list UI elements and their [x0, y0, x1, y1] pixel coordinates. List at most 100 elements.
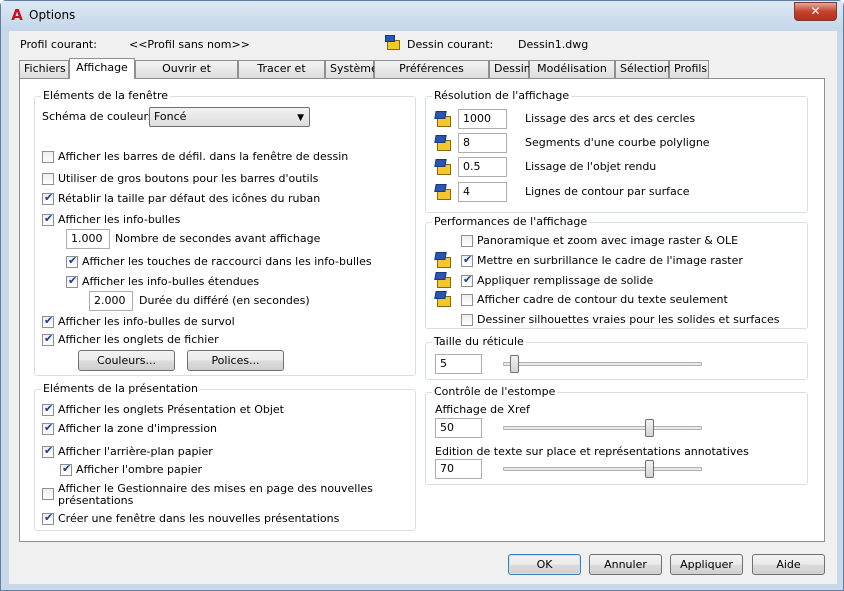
resolution-title: Résolution de l'affichage: [432, 89, 572, 102]
drawing-saved-icon: [434, 252, 453, 269]
file-tabs-label: Afficher les onglets de fichier: [58, 333, 219, 346]
drawing-saved-icon: [434, 272, 453, 289]
window-title: Options: [29, 8, 76, 22]
performance-title: Performances de l'affichage: [432, 215, 590, 228]
xref-slider-thumb[interactable]: [645, 419, 654, 437]
paper-background-label: Afficher l'arrière-plan papier: [58, 445, 213, 458]
seconds-label: Nombre de secondes avant affichage: [115, 232, 321, 245]
raster-pan-zoom-checkbox[interactable]: [461, 235, 473, 247]
help-button[interactable]: Aide: [752, 554, 825, 575]
tab-profils[interactable]: Profils: [669, 60, 709, 78]
tab-tracer[interactable]: Tracer et publier: [238, 60, 325, 91]
tooltips-label: Afficher les info-bulles: [58, 213, 181, 226]
raster-pan-zoom-label: Panoramique et zoom avec image raster & …: [477, 234, 739, 247]
rollover-label: Afficher les info-bulles de survol: [58, 315, 235, 328]
shortcut-keys-label: Afficher les touches de raccourci dans l…: [82, 255, 372, 268]
paper-shadow-label: Afficher l'ombre papier: [76, 463, 203, 476]
layout-elements-group: Eléments de la présentation Afficher les…: [34, 382, 416, 531]
polyline-segments-input[interactable]: 8: [458, 133, 507, 153]
title-bar: A Options ✕: [1, 1, 843, 31]
inplace-slider-thumb[interactable]: [645, 460, 654, 478]
scheme-label: Schéma de couleurs:: [42, 110, 158, 123]
rendered-smoothness-input[interactable]: 0.5: [458, 157, 507, 177]
layout-tabs-checkbox[interactable]: [42, 402, 54, 416]
inplace-fade-input[interactable]: 70: [435, 459, 482, 479]
tab-systeme[interactable]: Système: [325, 60, 378, 78]
ribbon-icons-checkbox[interactable]: [42, 191, 54, 205]
fonts-button[interactable]: Polices...: [187, 350, 284, 371]
crosshair-group: Taille du réticule 5: [425, 335, 808, 380]
text-frame-label: Afficher cadre de contour du texte seule…: [477, 293, 728, 306]
fade-group: Contrôle de l'estompe Affichage de Xref …: [425, 385, 808, 485]
tab-affichage[interactable]: Affichage: [69, 58, 135, 79]
cancel-button[interactable]: Annuler: [589, 554, 662, 575]
contour-lines-input[interactable]: 4: [458, 182, 507, 202]
tab-fichiers[interactable]: Fichiers: [19, 60, 69, 78]
delay-input[interactable]: 2.000: [89, 291, 133, 311]
polyline-segments-label: Segments d'une courbe polyligne: [525, 136, 710, 149]
affichage-panel: Eléments de la fenêtre Schéma de couleur…: [19, 78, 825, 542]
tab-preferences[interactable]: Préférences utilisateur: [374, 60, 489, 91]
resolution-group: Résolution de l'affichage 1000 Lissage d…: [425, 89, 808, 213]
rollover-checkbox[interactable]: [42, 314, 54, 328]
page-setup-label-line2: présentations: [58, 494, 134, 507]
crosshair-slider-track[interactable]: [503, 362, 702, 366]
tooltips-checkbox[interactable]: [42, 212, 54, 226]
chevron-down-icon: ▼: [297, 113, 304, 123]
large-buttons-checkbox[interactable]: [42, 173, 54, 185]
page-setup-checkbox[interactable]: [42, 488, 54, 500]
apply-button[interactable]: Appliquer: [670, 554, 743, 575]
autocad-logo-icon: A: [11, 6, 23, 24]
seconds-input[interactable]: 1.000: [66, 229, 110, 249]
delay-label: Durée du différé (en secondes): [139, 294, 310, 307]
xref-fade-input[interactable]: 50: [435, 418, 482, 438]
color-scheme-value: Foncé: [154, 110, 187, 123]
paper-background-checkbox[interactable]: [42, 444, 54, 458]
drawing-saved-icon: [434, 135, 453, 152]
raster-frame-checkbox[interactable]: [461, 253, 473, 267]
rendered-smoothness-label: Lissage de l'objet rendu: [525, 160, 657, 173]
arc-smoothness-input[interactable]: 1000: [458, 109, 507, 129]
extended-tooltips-label: Afficher les info-bulles étendues: [82, 275, 260, 288]
scrollbars-checkbox[interactable]: [42, 151, 54, 163]
tab-dessin[interactable]: Dessin: [489, 60, 531, 78]
close-button[interactable]: ✕: [794, 2, 837, 21]
file-tabs-checkbox[interactable]: [42, 332, 54, 346]
print-area-label: Afficher la zone d'impression: [58, 422, 218, 435]
drawing-label: Dessin courant:: [407, 38, 494, 51]
xref-slider-track[interactable]: [503, 426, 702, 430]
drawing-saved-icon: [434, 291, 453, 308]
contour-lines-label: Lignes de contour par surface: [525, 185, 690, 198]
paper-shadow-checkbox[interactable]: [60, 462, 72, 476]
print-area-checkbox[interactable]: [42, 421, 54, 435]
profile-label: Profil courant:: [20, 38, 97, 51]
solid-fill-checkbox[interactable]: [461, 273, 473, 287]
drawing-value: Dessin1.dwg: [518, 38, 589, 51]
scrollbars-label: Afficher les barres de défil. dans la fe…: [58, 150, 349, 163]
window-elements-group: Eléments de la fenêtre Schéma de couleur…: [34, 89, 416, 376]
crosshair-slider-thumb[interactable]: [510, 355, 519, 373]
window-elements-title: Eléments de la fenêtre: [41, 89, 171, 102]
silhouettes-checkbox[interactable]: [461, 314, 473, 326]
layout-tabs-label: Afficher les onglets Présentation et Obj…: [58, 403, 284, 416]
text-frame-checkbox[interactable]: [461, 294, 473, 306]
shortcut-keys-checkbox[interactable]: [66, 254, 78, 268]
tab-selection[interactable]: Sélection: [615, 60, 671, 78]
dialog-client: Profil courant: <<Profil sans nom>> Dess…: [9, 31, 837, 584]
drawing-saved-icon: [434, 159, 453, 176]
color-scheme-select[interactable]: Foncé ▼: [149, 107, 310, 127]
extended-tooltips-checkbox[interactable]: [66, 274, 78, 288]
drawing-saved-icon: [434, 111, 453, 128]
tab-modelisation[interactable]: Modélisation 3D: [529, 60, 615, 91]
colors-button[interactable]: Couleurs...: [78, 350, 175, 371]
inplace-slider-track[interactable]: [503, 467, 702, 471]
layout-elements-title: Eléments de la présentation: [41, 382, 200, 395]
viewport-checkbox[interactable]: [42, 511, 54, 525]
xref-label: Affichage de Xref: [435, 403, 530, 416]
tab-ouvrir[interactable]: Ouvrir et enregistrer: [135, 60, 238, 91]
profile-value: <<Profil sans nom>>: [129, 38, 250, 51]
raster-frame-label: Mettre en surbrillance le cadre de l'ima…: [477, 254, 743, 267]
ok-button[interactable]: OK: [508, 554, 581, 575]
crosshair-input[interactable]: 5: [435, 354, 482, 374]
solid-fill-label: Appliquer remplissage de solide: [477, 274, 654, 287]
